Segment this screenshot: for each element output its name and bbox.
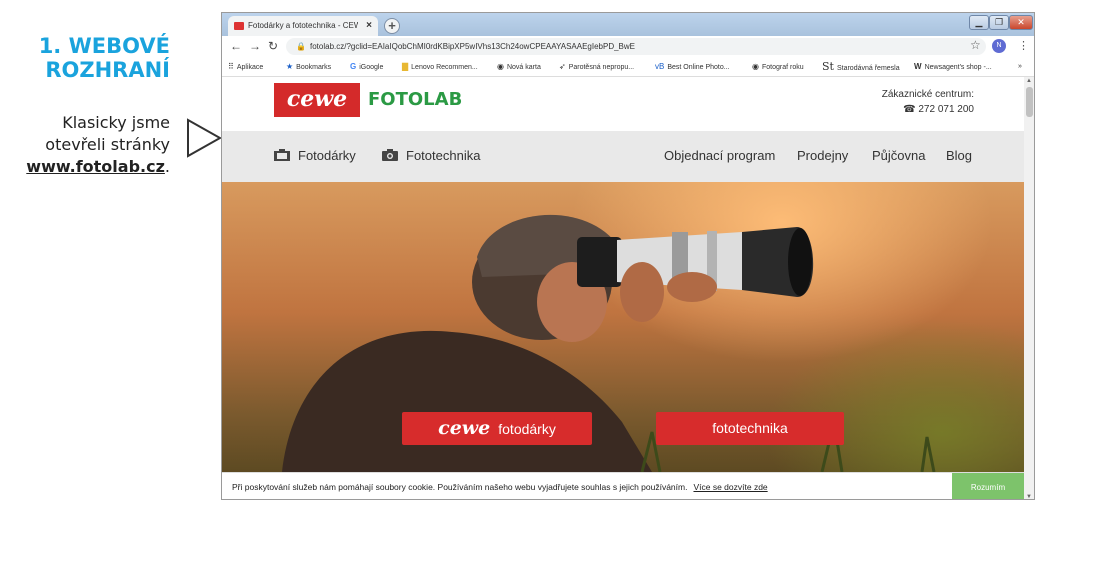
apps-icon: ⠿ — [228, 62, 234, 71]
browser-tab[interactable]: Fotodárky a fototechnika - CEWE × — [228, 16, 378, 36]
st-icon: St — [822, 60, 834, 73]
bookmark-star-icon[interactable]: ☆ — [970, 38, 981, 52]
minimize-button[interactable]: ▁ — [969, 15, 989, 30]
site-header: cewe FOTOLAB Zákaznické centrum: ☎ 272 0… — [222, 77, 1024, 131]
reload-icon[interactable]: ↻ — [268, 39, 278, 53]
contact-label: Zákaznické centrum: — [881, 89, 974, 100]
fotolab-logo[interactable]: FOTOLAB — [368, 86, 462, 114]
maximize-button[interactable]: ❐ — [989, 15, 1009, 30]
hero-banner: cewe fotodárky fototechnika — [222, 182, 1024, 472]
annotation-title-line1: 1. WEBOVÉ — [38, 34, 170, 58]
page-scrollbar[interactable]: ▲ ▼ — [1024, 77, 1034, 499]
bookmark-item[interactable]: GiGoogle — [350, 58, 383, 76]
star-icon: ★ — [286, 62, 294, 71]
nav-item-pujcovna[interactable]: Půjčovna — [872, 148, 925, 163]
cewe-logo[interactable]: cewe — [274, 83, 360, 117]
fototechnika-button[interactable]: fototechnika — [656, 412, 844, 445]
customer-center: Zákaznické centrum: ☎ 272 071 200 — [882, 87, 974, 117]
bookmark-item[interactable]: ◉ Nová karta — [497, 58, 541, 76]
bookmark-item[interactable]: vB Best Online Photo... — [655, 58, 730, 76]
globe-icon: ◉ — [497, 62, 504, 71]
folder-icon: ▇ — [402, 62, 409, 71]
phone-icon: ☎ — [903, 104, 919, 115]
bookmarks-bar: ⠿ Aplikace ★ Bookmarks GiGoogle ▇ Lenovo Re… — [222, 58, 1034, 77]
vb-icon: vB — [655, 62, 665, 71]
nav-item-fototechnika[interactable]: Fototechnika — [382, 148, 480, 163]
lock-icon: 🔒 — [296, 42, 306, 51]
bookmark-item[interactable]: St Starodávná řemesla — [822, 58, 900, 76]
title-bar: Fotodárky a fototechnika - CEWE × + ▁ ❐ … — [222, 13, 1034, 36]
google-icon: G — [350, 62, 357, 71]
nav-item-fotodarky[interactable]: Fotodárky — [274, 148, 356, 163]
main-navigation: Fotodárky Fototechnika Objednací program… — [222, 131, 1024, 182]
bookmark-item[interactable]: ★ Bookmarks — [286, 58, 331, 76]
browser-window: Fotodárky a fototechnika - CEWE × + ▁ ❐ … — [221, 12, 1035, 500]
gift-photo-icon — [274, 149, 290, 161]
scroll-down-icon[interactable]: ▼ — [1026, 494, 1032, 499]
annotation-title: 1. WEBOVÉ ROZHRANÍ — [39, 34, 170, 82]
cookie-more-link[interactable]: Více se dozvíte zde — [693, 482, 767, 492]
cookie-accept-button[interactable]: Rozumím — [952, 473, 1024, 499]
nav-item-prodejny[interactable]: Prodejny — [797, 148, 848, 163]
pointer-arrow-icon — [187, 118, 222, 158]
bookmark-item[interactable]: W Newsagent's shop -... — [914, 58, 992, 76]
tab-title: Fotodárky a fototechnika - CEWE — [248, 21, 358, 30]
w-icon: W — [914, 62, 922, 71]
bookmark-item[interactable]: ▇ Lenovo Recommen... — [402, 58, 478, 76]
bookmark-item[interactable]: ➶ Parotěsná nepropu... — [559, 58, 634, 76]
fotodarky-button[interactable]: cewe fotodárky — [402, 412, 592, 445]
forward-icon[interactable]: → — [249, 39, 261, 53]
close-window-button[interactable]: ✕ — [1009, 15, 1033, 30]
bookmarks-more-icon[interactable]: » — [1018, 58, 1022, 76]
favicon-icon — [234, 22, 244, 30]
new-tab-button[interactable]: + — [384, 18, 400, 34]
annotation-link[interactable]: www.fotolab.cz — [26, 157, 165, 176]
url-text: fotolab.cz/?gclid=EAIaIQobChMI0rdKBipXP5… — [310, 42, 635, 51]
cookie-bar: Při poskytování služeb nám pomáhají soub… — [222, 472, 1024, 499]
web-page: cewe FOTOLAB Zákaznické centrum: ☎ 272 0… — [222, 77, 1024, 499]
address-bar[interactable]: 🔒 fotolab.cz/?gclid=EAIaIQobChMI0rdKBipX… — [286, 38, 986, 55]
photographer-image — [282, 214, 936, 472]
back-icon[interactable]: ← — [230, 39, 242, 53]
annotation-title-line2: ROZHRANÍ — [45, 58, 170, 82]
bookmark-item[interactable]: ◉ Fotograf roku — [752, 58, 804, 76]
scroll-thumb[interactable] — [1026, 87, 1033, 117]
bird-icon: ➶ — [559, 62, 566, 71]
tab-close-icon[interactable]: × — [366, 16, 372, 36]
camera-icon — [382, 149, 398, 161]
annotation-text: Klasicky jsme otevřeli stránky www.fotol… — [26, 112, 170, 178]
browser-toolbar: ← → ↻ 🔒 fotolab.cz/?gclid=EAIaIQobChMI0r… — [222, 36, 1034, 58]
bookmark-item[interactable]: ⠿ Aplikace — [228, 58, 263, 76]
profile-avatar[interactable]: N — [992, 39, 1006, 53]
annotation-text-line1: Klasicky jsme — [62, 113, 170, 132]
annotation-link-suffix: . — [164, 157, 170, 176]
contact-phone[interactable]: 272 071 200 — [918, 104, 974, 115]
camera-icon: ◉ — [752, 62, 759, 71]
cookie-notice: Při poskytování služeb nám pomáhají soub… — [232, 482, 768, 492]
nav-item-blog[interactable]: Blog — [946, 148, 972, 163]
annotation-text-line2: otevřeli stránky — [45, 135, 170, 154]
browser-menu-icon[interactable]: ⋮ — [1018, 39, 1029, 52]
nav-item-objednaci-program[interactable]: Objednací program — [664, 148, 775, 163]
cewe-mini-logo: cewe — [438, 417, 491, 439]
scroll-up-icon[interactable]: ▲ — [1026, 78, 1032, 84]
